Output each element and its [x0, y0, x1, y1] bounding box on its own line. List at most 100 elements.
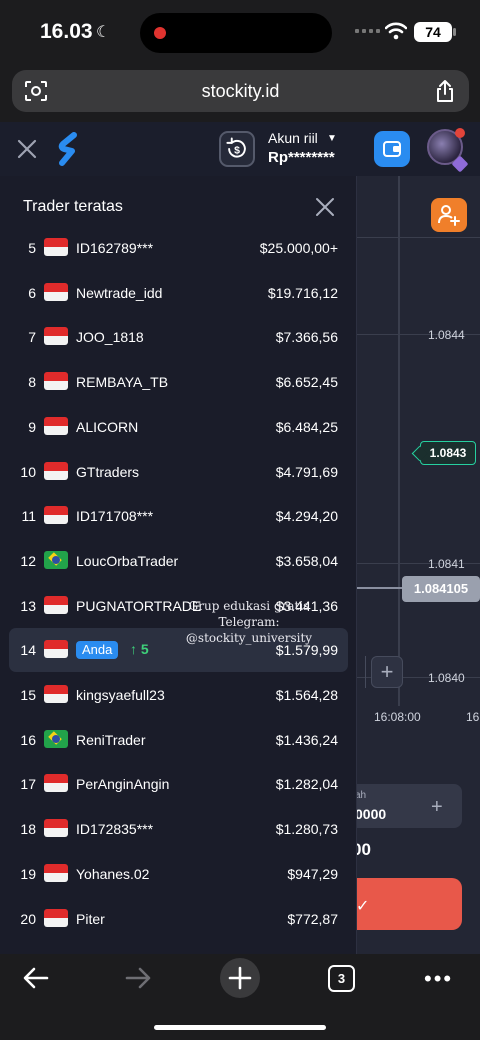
- svg-text:$: $: [234, 144, 240, 156]
- trader-name: Yohanes.02: [76, 866, 150, 882]
- leaderboard-row[interactable]: 6 Newtrade_idd $19.716,12: [0, 271, 357, 315]
- cellular-signal-icon: [355, 29, 380, 33]
- add-user-icon: [438, 205, 460, 226]
- status-time: 16.03: [40, 20, 93, 43]
- leaderboard-row[interactable]: 15 kingsyaefull23 $1.564,28: [0, 673, 357, 717]
- close-icon[interactable]: [315, 197, 335, 217]
- trader-name: PerAnginAngin: [76, 776, 170, 792]
- new-tab-button[interactable]: [220, 958, 260, 998]
- wallet-button[interactable]: [374, 131, 410, 167]
- trader-name: ID172835***: [76, 821, 154, 837]
- profit-amount: $772,87: [287, 911, 338, 927]
- profit-amount: $19.716,12: [267, 285, 338, 301]
- rank-change-value: 5: [140, 641, 149, 657]
- profit-amount: $7.366,56: [275, 329, 338, 345]
- current-price-tag: 1.0843: [420, 441, 476, 465]
- indonesia-flag-icon: [44, 774, 68, 792]
- recording-indicator-icon: [154, 27, 166, 39]
- zoom-in-button[interactable]: +: [371, 656, 403, 688]
- trader-name: LoucOrbaTrader: [76, 553, 179, 569]
- profit-amount: $947,29: [287, 866, 338, 882]
- indonesia-flag-icon: [44, 283, 68, 301]
- indonesia-flag-icon: [44, 462, 68, 480]
- status-bar: 16.03 ☾ 74: [0, 0, 480, 66]
- trader-name: ID162789***: [76, 240, 154, 256]
- time-tick-label: 16:08:00: [374, 710, 421, 724]
- leaderboard-row[interactable]: 16 ReniTrader $1.436,24: [0, 718, 357, 762]
- profit-amount: $1.282,04: [275, 776, 338, 792]
- grid-line: [356, 237, 480, 238]
- profit-amount: $25.000,00+: [259, 240, 338, 256]
- leaderboard-row[interactable]: 5 ID162789*** $25.000,00+: [0, 226, 357, 270]
- battery-tip-icon: [453, 28, 456, 36]
- increase-amount-button[interactable]: +: [431, 796, 443, 819]
- account-balance[interactable]: Rp********: [268, 149, 335, 166]
- rank-number: 10: [20, 464, 36, 480]
- trader-name: Piter: [76, 911, 105, 927]
- close-icon[interactable]: [16, 138, 38, 160]
- arrow-up-icon: ↑: [130, 641, 141, 657]
- indonesia-flag-icon: [44, 238, 68, 256]
- leaderboard-row[interactable]: 17 PerAnginAngin $1.282,04: [0, 762, 357, 806]
- leaderboard-row[interactable]: 10 GTtraders $4.791,69: [0, 450, 357, 494]
- browser-url-area: stockity.id: [0, 66, 480, 122]
- rank-number: 18: [20, 821, 36, 837]
- trader-name: Newtrade_idd: [76, 285, 163, 301]
- dynamic-island: [140, 13, 332, 53]
- back-arrow-icon[interactable]: [22, 964, 50, 992]
- stockity-logo-icon[interactable]: [56, 132, 80, 166]
- profit-amount: $6.652,45: [275, 374, 338, 390]
- rank-number: 19: [20, 866, 36, 882]
- leaderboard-row[interactable]: 9 ALICORN $6.484,25: [0, 405, 357, 449]
- rank-number: 7: [28, 329, 36, 345]
- rank-number: 8: [28, 374, 36, 390]
- rank-change: ↑ 5: [130, 641, 149, 657]
- rank-number: 9: [28, 419, 36, 435]
- watermark-line: Telegram: @stockity_university: [185, 615, 313, 645]
- notification-dot-icon: [455, 128, 465, 138]
- indonesia-flag-icon: [44, 596, 68, 614]
- trade-amount-value[interactable]: 0000: [355, 806, 386, 822]
- trader-name: JOO_1818: [76, 329, 144, 345]
- refill-demo-button[interactable]: $: [219, 131, 255, 167]
- leaderboard-row[interactable]: 19 Yohanes.02 $947,29: [0, 852, 357, 896]
- leaderboard-row[interactable]: 20 Piter $772,87: [0, 897, 357, 941]
- more-options-icon[interactable]: •••: [424, 966, 453, 992]
- indonesia-flag-icon: [44, 864, 68, 882]
- trader-name: ALICORN: [76, 419, 139, 435]
- battery-level: 74: [414, 22, 452, 42]
- moon-icon: ☾: [96, 24, 111, 41]
- profit-amount: $1.436,24: [275, 732, 338, 748]
- leaderboard-row[interactable]: 8 REMBAYA_TB $6.652,45: [0, 360, 357, 404]
- leaderboard-row[interactable]: 18 ID172835*** $1.280,73: [0, 807, 357, 851]
- leaderboard-row[interactable]: 11 ID171708*** $4.294,20: [0, 494, 357, 538]
- brazil-flag-icon: [44, 551, 68, 569]
- forward-arrow-icon[interactable]: [124, 964, 152, 992]
- tabs-count-button[interactable]: 3: [328, 965, 355, 992]
- trader-name: REMBAYA_TB: [76, 374, 169, 390]
- watermark: Grup edukasi gratis Telegram: @stockity_…: [154, 598, 344, 646]
- price-tick-label: 1.0841: [428, 557, 465, 571]
- rank-number: 12: [20, 553, 36, 569]
- sell-arrow-icon: ✓: [356, 898, 370, 915]
- rank-number: 14: [20, 642, 36, 658]
- price-level-line: [356, 587, 406, 589]
- url-text[interactable]: stockity.id: [12, 81, 469, 102]
- chevron-down-icon[interactable]: ▼: [327, 133, 337, 144]
- current-user-badge: Anda: [76, 641, 119, 659]
- share-icon[interactable]: [435, 79, 455, 103]
- price-level-tag[interactable]: 1.084105: [402, 576, 480, 602]
- zoom-out-button[interactable]: [356, 656, 366, 688]
- invite-friend-button[interactable]: [431, 198, 467, 232]
- rank-number: 17: [20, 776, 36, 792]
- rank-number: 15: [20, 687, 36, 703]
- wallet-icon: [383, 141, 401, 157]
- refresh-dollar-icon: $: [226, 137, 246, 158]
- browser-toolbar: 3 •••: [0, 954, 480, 1040]
- leaderboard-row[interactable]: 12 LoucOrbaTrader $3.658,04: [0, 539, 357, 583]
- leaderboard-row[interactable]: 7 JOO_1818 $7.366,56: [0, 315, 357, 359]
- url-bar[interactable]: stockity.id: [12, 70, 469, 112]
- account-type-label[interactable]: Akun riil: [268, 130, 318, 146]
- home-indicator[interactable]: [154, 1025, 326, 1030]
- indonesia-flag-icon: [44, 372, 68, 390]
